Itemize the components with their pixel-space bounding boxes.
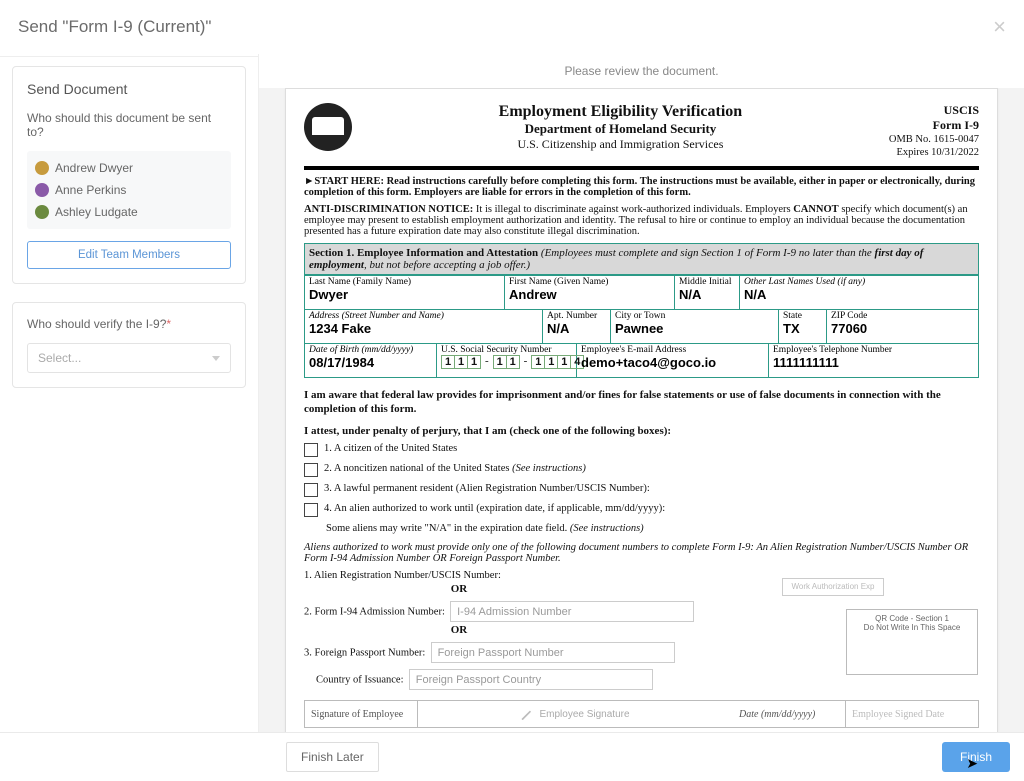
- dob-row: Date of Birth (mm/dd/yyyy)08/17/1984 U.S…: [304, 344, 979, 378]
- zip-field: ZIP Code77060: [827, 310, 979, 344]
- doc-titles: Employment Eligibility Verification Depa…: [352, 103, 889, 152]
- first-name-field: First Name (Given Name)Andrew: [505, 276, 675, 310]
- date-input[interactable]: Employee Signed Date: [846, 701, 978, 727]
- noncitizen-option[interactable]: 2. A noncitizen national of the United S…: [304, 463, 979, 477]
- who-send-label: Who should this document be sent to?: [27, 111, 231, 139]
- checkbox-icon[interactable]: [304, 503, 318, 517]
- finish-later-button[interactable]: Finish Later: [286, 742, 379, 772]
- address-field: Address (Street Number and Name)1234 Fak…: [305, 310, 543, 344]
- section-1-bar: Section 1. Employee Information and Atte…: [304, 243, 979, 275]
- left-panel: Send Document Who should this document b…: [0, 54, 258, 733]
- send-doc-title: Send Document: [27, 81, 231, 97]
- pen-icon: [521, 708, 533, 720]
- recipient-row[interactable]: Anne Perkins: [27, 179, 231, 201]
- doc-title-1: Employment Eligibility Verification: [352, 103, 889, 121]
- alien-option[interactable]: 4. An alien authorized to work until (ex…: [304, 503, 979, 517]
- lpr-option[interactable]: 3. A lawful permanent resident (Alien Re…: [304, 483, 979, 497]
- qr-placeholder: QR Code - Section 1 Do Not Write In This…: [846, 609, 978, 675]
- passport-input[interactable]: Foreign Passport Number: [431, 642, 675, 663]
- doc-header: Employment Eligibility Verification Depa…: [304, 103, 979, 170]
- start-here-block: ►START HERE: Read instructions carefully…: [304, 176, 979, 198]
- recipients-box: Andrew Dwyer Anne Perkins Ashley Ludgate: [27, 151, 231, 229]
- email-field: Employee's E-mail Addressdemo+taco4@goco…: [577, 344, 769, 378]
- last-name-field: Last Name (Family Name)Dwyer: [305, 276, 505, 310]
- i94-input[interactable]: I-94 Admission Number: [450, 601, 694, 622]
- ssn-field: U.S. Social Security Number 111 - 11 - 1…: [437, 344, 577, 378]
- recipient-name: Andrew Dwyer: [55, 161, 133, 175]
- attest-paragraph: I attest, under penalty of perjury, that…: [304, 425, 979, 437]
- sig-label: Signature of Employee: [305, 701, 418, 727]
- footer-bar: Finish Later Finish: [0, 732, 1024, 781]
- doc-header-right: USCIS Form I-9 OMB No. 1615-0047 Expires…: [889, 103, 979, 160]
- or-divider: OR: [304, 624, 614, 636]
- or-divider: OR: [304, 583, 614, 595]
- right-panel: Please review the document. Employment E…: [258, 54, 1024, 733]
- avatar: [35, 183, 49, 197]
- alien-instructions: Aliens authorized to work must provide o…: [304, 542, 979, 564]
- edit-team-button[interactable]: Edit Team Members: [27, 241, 231, 269]
- modal-title: Send "Form I-9 (Current)": [18, 17, 211, 37]
- aware-paragraph: I am aware that federal law provides for…: [304, 388, 979, 418]
- doc-title-3: U.S. Citizenship and Immigration Service…: [352, 137, 889, 152]
- alien-sub-note: Some aliens may write "N/A" in the expir…: [326, 523, 979, 534]
- close-icon[interactable]: ×: [993, 14, 1006, 40]
- verify-select[interactable]: Select...: [27, 343, 231, 373]
- checkbox-icon[interactable]: [304, 443, 318, 457]
- other-names-field: Other Last Names Used (if any)N/A: [740, 276, 979, 310]
- verify-card: Who should verify the I-9?* Select...: [12, 302, 246, 388]
- modal-header: Send "Form I-9 (Current)" ×: [0, 0, 1024, 57]
- mi-field: Middle InitialN/A: [675, 276, 740, 310]
- address-row: Address (Street Number and Name)1234 Fak…: [304, 310, 979, 344]
- work-auth-exp-placeholder[interactable]: Work Authorization Exp: [782, 578, 884, 596]
- state-field: StateTX: [779, 310, 827, 344]
- checkbox-icon[interactable]: [304, 483, 318, 497]
- country-input[interactable]: Foreign Passport Country: [409, 669, 653, 690]
- avatar: [35, 205, 49, 219]
- avatar: [35, 161, 49, 175]
- review-message: Please review the document.: [259, 54, 1024, 88]
- verify-question: Who should verify the I-9?*: [27, 317, 231, 331]
- date-label: Date (mm/dd/yyyy): [733, 701, 846, 727]
- anti-discrimination-block: ANTI-DISCRIMINATION NOTICE: It is illega…: [304, 204, 979, 237]
- recipient-row[interactable]: Ashley Ludgate: [27, 201, 231, 223]
- content-area: Send Document Who should this document b…: [0, 54, 1024, 733]
- dob-field: Date of Birth (mm/dd/yyyy)08/17/1984: [305, 344, 437, 378]
- signature-row: Signature of Employee Employee Signature…: [304, 700, 979, 728]
- name-row: Last Name (Family Name)Dwyer First Name …: [304, 275, 979, 310]
- recipient-row[interactable]: Andrew Dwyer: [27, 157, 231, 179]
- recipient-name: Ashley Ludgate: [55, 205, 138, 219]
- send-doc-card: Send Document Who should this document b…: [12, 66, 246, 284]
- citizen-option[interactable]: 1. A citizen of the United States: [304, 443, 979, 457]
- dhs-seal-icon: [304, 103, 352, 151]
- apt-field: Apt. NumberN/A: [543, 310, 611, 344]
- document-viewport[interactable]: Employment Eligibility Verification Depa…: [259, 88, 1024, 733]
- city-field: City or TownPawnee: [611, 310, 779, 344]
- finish-button[interactable]: Finish: [942, 742, 1010, 772]
- recipient-name: Anne Perkins: [55, 183, 126, 197]
- form-i9-document: Employment Eligibility Verification Depa…: [285, 88, 998, 733]
- signature-input[interactable]: Employee Signature: [418, 701, 733, 727]
- checkbox-icon[interactable]: [304, 463, 318, 477]
- doc-title-2: Department of Homeland Security: [352, 121, 889, 137]
- phone-field: Employee's Telephone Number1111111111: [769, 344, 979, 378]
